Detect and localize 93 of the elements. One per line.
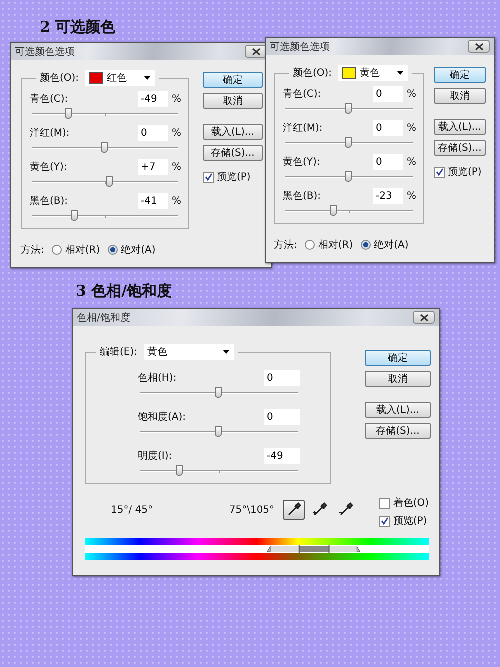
percent-sign: % [407,190,415,202]
value-field[interactable]: -49 [138,91,168,107]
edit-label: 编辑(E): [100,346,138,359]
slider-label: 饱和度(A): [138,410,186,424]
close-button[interactable] [413,311,435,324]
dialog-button[interactable]: 存储(S)... [434,140,486,156]
option-checkbox[interactable]: 着色(O) [379,496,429,510]
slider-label: 洋红(M): [283,122,323,135]
section-heading: 3 色相/饱和度 [76,282,174,302]
percent-sign: % [172,128,180,138]
checkmark-icon [380,517,389,525]
percent-sign: % [407,122,415,134]
slider-thumb[interactable] [330,205,338,216]
range-slider-drawing[interactable] [85,545,429,553]
slider-thumb[interactable] [65,108,72,119]
slider-thumb[interactable] [215,387,222,398]
value-field[interactable]: -23 [373,188,403,204]
dialog-button[interactable]: 取消 [434,88,486,104]
eyedropper-icon [338,502,354,518]
checkmark-icon [436,168,444,176]
dialog-button[interactable]: 载入(L)... [203,124,263,140]
color-label: 颜色(O): [40,72,80,85]
dialog-button[interactable]: 取消 [365,371,431,387]
close-button[interactable] [245,45,267,58]
color-dropdown[interactable]: 黄色 [338,65,408,81]
preview-checkbox[interactable]: 预览(P) [203,170,263,184]
slider-label: 色相(H): [138,372,177,385]
slider-label: 黑色(B): [283,190,322,203]
radio-option[interactable]: 绝对(A) [361,238,409,252]
close-icon [252,48,260,56]
value-field[interactable]: -41 [138,193,168,209]
value-field[interactable]: -49 [264,448,300,464]
slider-thumb[interactable] [345,137,352,148]
percent-sign: % [407,88,415,100]
eyedropper-icon [286,502,302,518]
window-title: 色相/饱和度 [77,312,130,324]
radio-option[interactable]: 相对(R) [305,238,354,252]
eyedropper-icon [312,502,328,518]
window-title: 可选颜色选项 [270,40,330,54]
preview-checkbox[interactable]: 预览(P) [434,165,486,179]
slider-thumb[interactable] [345,103,352,114]
caret-icon [222,350,230,354]
slider-thumb[interactable] [106,176,114,187]
dialog-button[interactable]: 确定 [365,350,431,366]
slider-thumb[interactable] [215,426,222,437]
slider-label: 黄色(Y): [283,156,320,169]
window-title: 可选颜色选项 [15,46,75,58]
dialog-button[interactable]: 确定 [434,67,486,83]
caret-icon [144,76,152,80]
method-label: 方法: [21,244,44,257]
value-field[interactable]: +7 [138,159,168,175]
method-label: 方法: [274,238,298,252]
radio-option[interactable]: 相对(R) [52,243,100,257]
value-field[interactable]: 0 [373,154,403,170]
slider-label: 青色(C): [30,92,68,106]
slider-label: 青色(C): [283,88,322,101]
slider-label: 洋红(M): [30,127,70,140]
eyedropper-button[interactable] [283,500,306,520]
value-field[interactable]: 0 [264,409,300,425]
section-heading: 2 可选颜色 [40,18,117,38]
value-field[interactable]: 0 [138,125,168,141]
value-field[interactable]: 0 [373,120,403,136]
dialog-button[interactable]: 存储(S)... [203,145,263,161]
dialog-button[interactable]: 存储(S)... [365,423,431,439]
percent-sign: % [172,196,180,206]
slider-label: 黑色(B): [30,195,68,208]
range-reading: 75°\105° [229,504,276,516]
color-label: 颜色(O): [293,66,332,80]
color-dropdown[interactable]: 红色 [85,70,156,86]
dialog-button[interactable]: 取消 [203,93,263,109]
close-icon [420,314,428,322]
close-button[interactable] [468,40,490,53]
radio-option[interactable]: 绝对(A) [108,243,156,257]
percent-sign: % [172,94,180,104]
percent-sign: % [407,156,415,168]
slider-thumb[interactable] [176,465,184,476]
dialog-button[interactable]: 确定 [203,72,263,88]
slider-label: 黄色(Y): [30,160,68,174]
close-icon [474,42,484,50]
caret-icon [397,71,404,75]
slider-label: 明度(I): [138,450,172,463]
range-reading: 15°/ 45° [111,504,154,516]
checkmark-icon [204,173,212,181]
value-field[interactable]: 0 [264,370,300,386]
percent-sign: % [172,162,180,172]
slider-thumb[interactable] [71,210,78,221]
edit-dropdown[interactable]: 黄色 [144,344,234,360]
slider-thumb[interactable] [101,142,108,153]
slider-thumb[interactable] [345,171,352,182]
value-field[interactable]: 0 [373,86,403,102]
option-checkbox[interactable]: 预览(P) [379,514,429,528]
dialog-button[interactable]: 载入(L)... [434,119,486,135]
dialog-button[interactable]: 载入(L)... [365,402,431,418]
